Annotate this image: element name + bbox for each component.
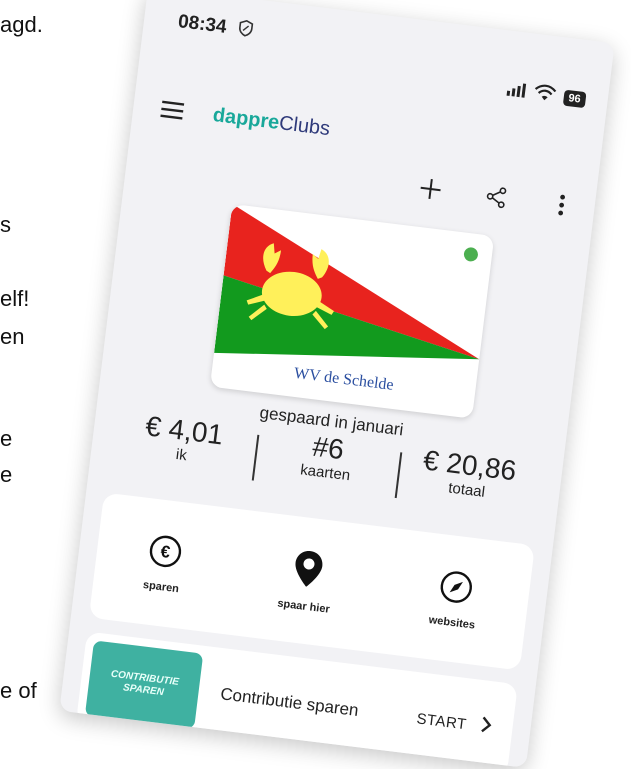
background-text: e xyxy=(0,426,13,451)
signal-icon xyxy=(505,80,527,103)
brand-name-part1: dappre xyxy=(211,103,281,134)
share-icon[interactable] xyxy=(477,178,515,216)
tile-sparen[interactable]: € sparen xyxy=(142,532,185,595)
start-button[interactable]: START xyxy=(415,707,494,739)
svg-text:€: € xyxy=(159,541,171,561)
wifi-icon xyxy=(532,82,557,108)
phone-screenshot: 08:34 96 dappreClubs WV de Schelde gespa… xyxy=(59,0,615,768)
shield-icon xyxy=(235,18,256,43)
promo-title: Contributie sparen xyxy=(219,684,360,721)
tile-spaar-hier[interactable]: spaar hier xyxy=(277,546,337,615)
page: agd. s elf! en e e e of 08:34 96 dappreC… xyxy=(0,0,631,769)
club-card[interactable]: WV de Schelde xyxy=(209,203,495,419)
background-text: agd. xyxy=(0,12,43,37)
club-flag xyxy=(214,203,480,360)
brand-logo: dappreClubs xyxy=(212,104,332,141)
stat-divider xyxy=(251,434,260,481)
more-vert-icon[interactable] xyxy=(543,186,581,224)
chevron-right-icon xyxy=(479,715,494,739)
plus-icon[interactable] xyxy=(412,170,450,208)
menu-icon[interactable] xyxy=(153,91,191,129)
tile-label: sparen xyxy=(142,578,180,595)
map-pin-icon xyxy=(290,548,325,594)
status-time: 08:34 xyxy=(176,11,228,38)
promo-badge: CONTRIBUTIE SPAREN xyxy=(84,640,204,730)
background-text: e xyxy=(0,462,13,487)
tile-label: spaar hier xyxy=(276,596,331,616)
tile-label: websites xyxy=(428,613,476,632)
start-label: START xyxy=(415,709,468,733)
euro-coin-icon: € xyxy=(146,532,184,575)
stat-divider xyxy=(394,452,403,499)
background-text: e of xyxy=(0,678,37,703)
battery-indicator: 96 xyxy=(562,89,587,109)
compass-icon xyxy=(437,568,475,611)
brand-name-part2: Clubs xyxy=(277,111,332,140)
tile-websites[interactable]: websites xyxy=(428,567,481,631)
background-text: s xyxy=(0,212,11,237)
background-text: en xyxy=(0,324,25,349)
background-text: elf! xyxy=(0,286,30,311)
